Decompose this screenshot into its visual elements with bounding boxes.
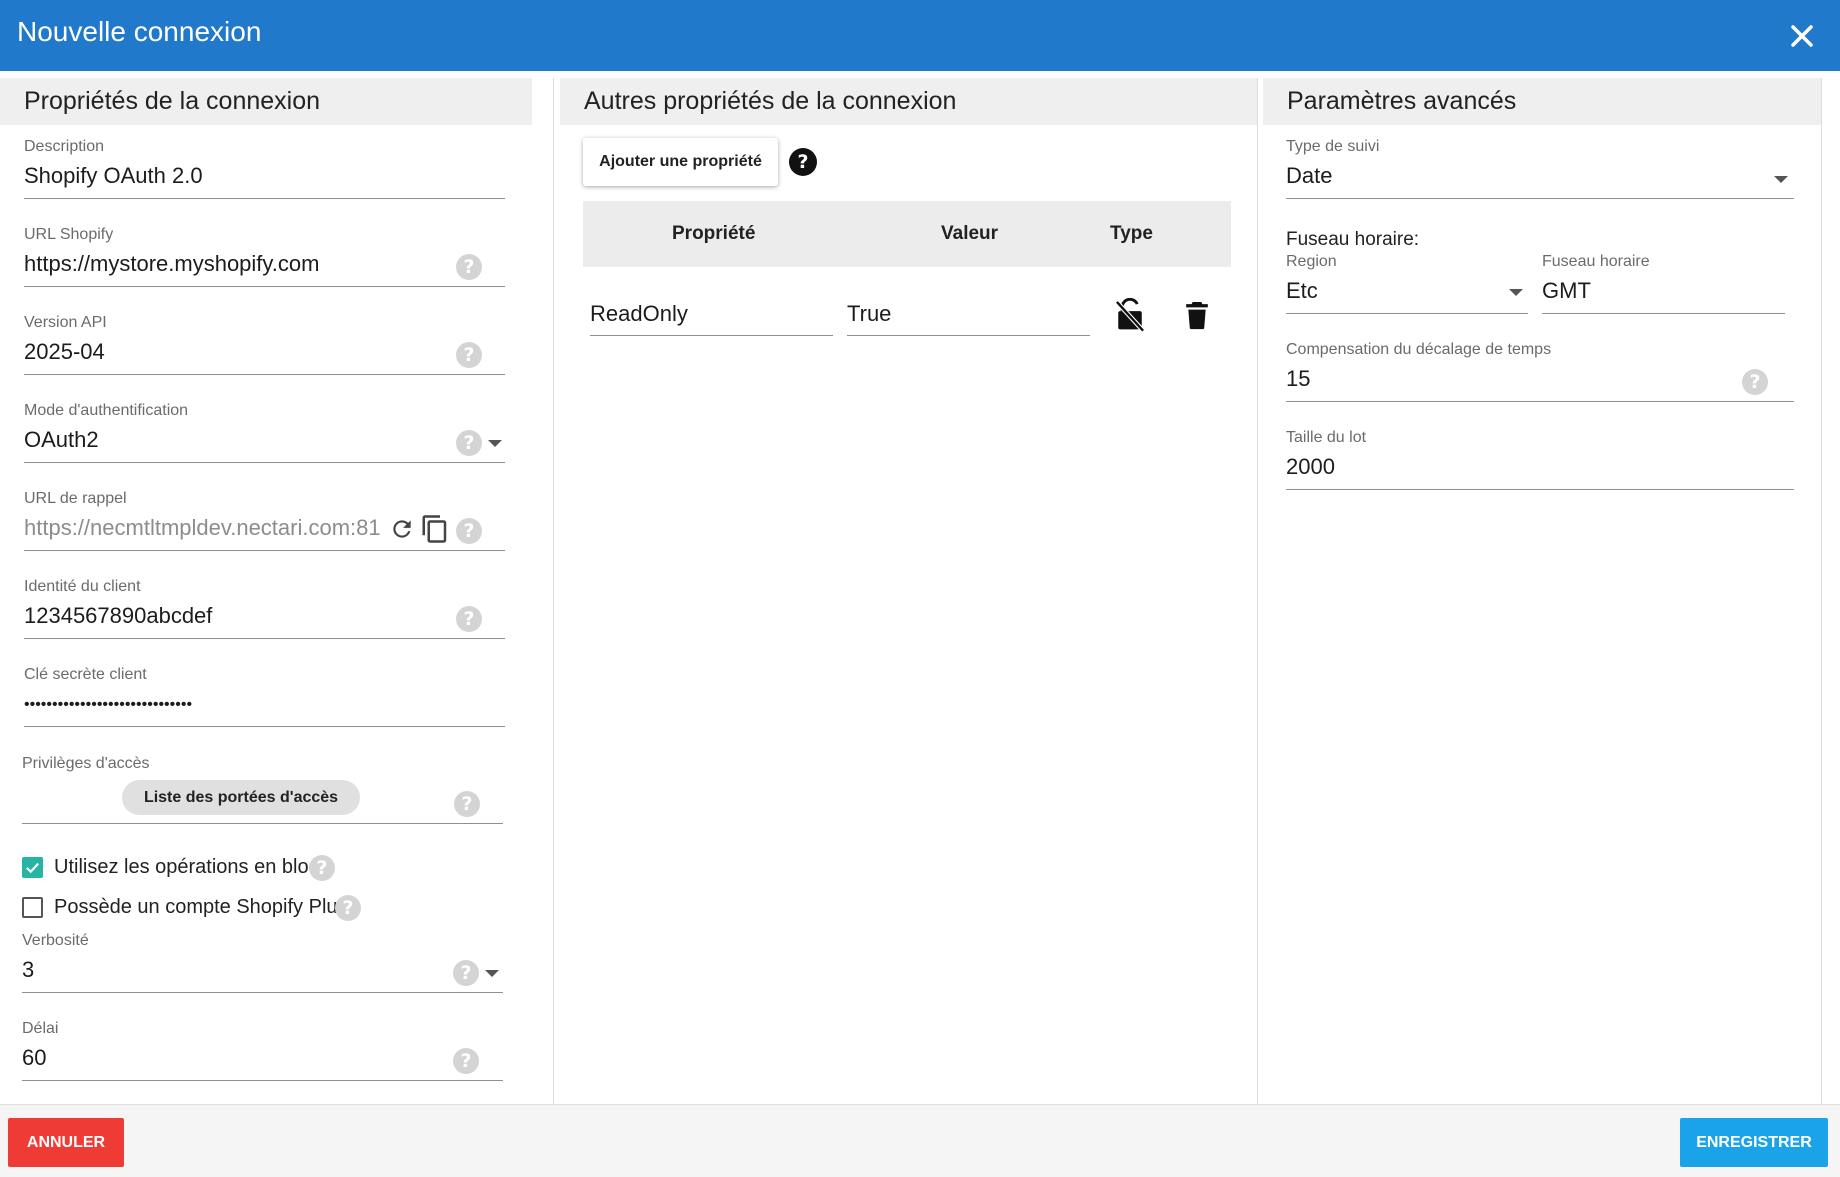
field-label: URL de rappel [24, 490, 127, 507]
field-label: Mode d'authentification [24, 402, 189, 419]
field-label: URL Shopify [24, 226, 114, 243]
callback-url-input: https://necmtltmpldev.nectari.com:81 [24, 515, 381, 540]
batch-size-input[interactable]: 2000 [1286, 454, 1335, 480]
field-label: Type de suivi [1286, 138, 1380, 155]
section-header-advanced-settings: Paramètres avancés [1263, 78, 1821, 125]
chevron-down-icon[interactable] [1509, 289, 1523, 296]
help-icon[interactable]: ? [335, 895, 361, 921]
auth-mode-value[interactable]: OAuth2 [24, 427, 99, 453]
field-label: Description [24, 138, 105, 155]
bulk-operations-checkbox[interactable] [22, 857, 43, 878]
check-icon [26, 862, 39, 874]
lock-open-off-icon[interactable] [1114, 298, 1146, 332]
time-offset-field[interactable]: Compensation du décalage de temps 15 ? [1286, 341, 1794, 403]
client-secret-field[interactable]: Clé secrète client •••••••••••••••••••••… [24, 666, 505, 728]
column-header-property: Propriété [672, 223, 756, 244]
client-id-field[interactable]: Identité du client 1234567890abcdef ? [24, 578, 505, 640]
help-icon[interactable]: ? [453, 960, 479, 986]
bulk-operations-label: Utilisez les opérations en bloc [54, 856, 319, 878]
client-id-input[interactable]: 1234567890abcdef [24, 603, 212, 629]
timezone-value[interactable]: GMT [1542, 278, 1591, 304]
field-label: Identité du client [24, 578, 141, 595]
field-label: Privilèges d'accès [22, 755, 150, 772]
column-header-value: Valeur [941, 223, 999, 244]
client-secret-input[interactable]: •••••••••••••••••••••••••••••• [24, 696, 192, 714]
field-label: Verbosité [22, 932, 89, 949]
shopify-plus-label: Possède un compte Shopify Plus [54, 896, 348, 918]
section-header-other-properties: Autres propriétés de la connexion [560, 78, 1258, 125]
field-label: Version API [24, 314, 107, 331]
column-divider [1821, 78, 1822, 1104]
section-header-connection-properties: Propriétés de la connexion [0, 78, 532, 125]
tracking-type-select[interactable]: Type de suivi Date [1286, 138, 1794, 200]
column-header-type: Type [1110, 223, 1153, 244]
description-field[interactable]: Description Shopify OAuth 2.0 [24, 138, 505, 200]
help-icon[interactable]: ? [456, 606, 482, 632]
help-icon[interactable]: ? [456, 430, 482, 456]
chevron-down-icon[interactable] [1774, 176, 1788, 183]
help-icon[interactable]: ? [1742, 369, 1768, 395]
field-label: Region [1286, 253, 1337, 270]
chevron-down-icon[interactable] [488, 440, 502, 447]
delay-field[interactable]: Délai 60 ? [22, 1020, 503, 1082]
shopify-url-input[interactable]: https://mystore.myshopify.com [24, 251, 319, 277]
access-scopes-button[interactable]: Liste des portées d'accès [122, 780, 360, 815]
dialog-footer [0, 1104, 1840, 1177]
add-property-button[interactable]: Ajouter une propriété [583, 138, 778, 186]
time-offset-input[interactable]: 15 [1286, 366, 1310, 392]
region-select[interactable]: Region Etc [1286, 253, 1528, 315]
property-value-input[interactable]: True [847, 301, 891, 327]
description-input[interactable]: Shopify OAuth 2.0 [24, 163, 203, 189]
save-button[interactable]: ENREGISTRER [1680, 1118, 1828, 1167]
field-label: Taille du lot [1286, 429, 1367, 446]
timezone-field[interactable]: Fuseau horaire GMT [1542, 253, 1785, 315]
copy-icon[interactable] [420, 514, 450, 544]
properties-table-header: Propriété Valeur Type [583, 201, 1231, 267]
column-divider [1257, 78, 1258, 1104]
api-version-field[interactable]: Version API 2025-04 ? [24, 314, 505, 376]
timezone-title: Fuseau horaire: [1286, 229, 1420, 250]
chevron-down-icon[interactable] [485, 970, 499, 977]
callback-url-field: URL de rappel https://necmtltmpldev.nect… [24, 490, 505, 552]
api-version-input[interactable]: 2025-04 [24, 339, 105, 365]
batch-size-field[interactable]: Taille du lot 2000 [1286, 429, 1794, 491]
field-label: Compensation du décalage de temps [1286, 341, 1552, 358]
dialog-header: Nouvelle connexion [0, 0, 1840, 71]
trash-icon[interactable] [1184, 300, 1210, 330]
cancel-button[interactable]: ANNULER [8, 1118, 124, 1167]
field-label: Délai [22, 1020, 59, 1037]
column-divider [553, 78, 554, 1104]
shopify-url-field[interactable]: URL Shopify https://mystore.myshopify.co… [24, 226, 505, 288]
help-icon[interactable]: ? [454, 791, 480, 817]
help-icon[interactable]: ? [456, 254, 482, 280]
verbosity-select[interactable]: Verbosité 3 ? [22, 932, 503, 994]
help-icon[interactable]: ? [309, 855, 335, 881]
help-icon[interactable]: ? [456, 342, 482, 368]
refresh-icon[interactable] [389, 516, 415, 542]
delay-input[interactable]: 60 [22, 1045, 46, 1071]
help-icon[interactable]: ? [789, 148, 817, 176]
help-icon[interactable]: ? [456, 518, 482, 544]
tracking-type-value[interactable]: Date [1286, 163, 1332, 189]
help-icon[interactable]: ? [453, 1048, 479, 1074]
shopify-plus-checkbox[interactable] [22, 897, 43, 918]
verbosity-value[interactable]: 3 [22, 957, 34, 983]
close-icon[interactable] [1784, 18, 1820, 54]
field-label: Clé secrète client [24, 666, 147, 683]
auth-mode-select[interactable]: Mode d'authentification OAuth2 ? [24, 402, 505, 464]
field-label: Fuseau horaire [1542, 253, 1650, 270]
dialog-title: Nouvelle connexion [17, 16, 262, 47]
region-value[interactable]: Etc [1286, 278, 1318, 304]
property-name-input[interactable]: ReadOnly [590, 301, 688, 327]
